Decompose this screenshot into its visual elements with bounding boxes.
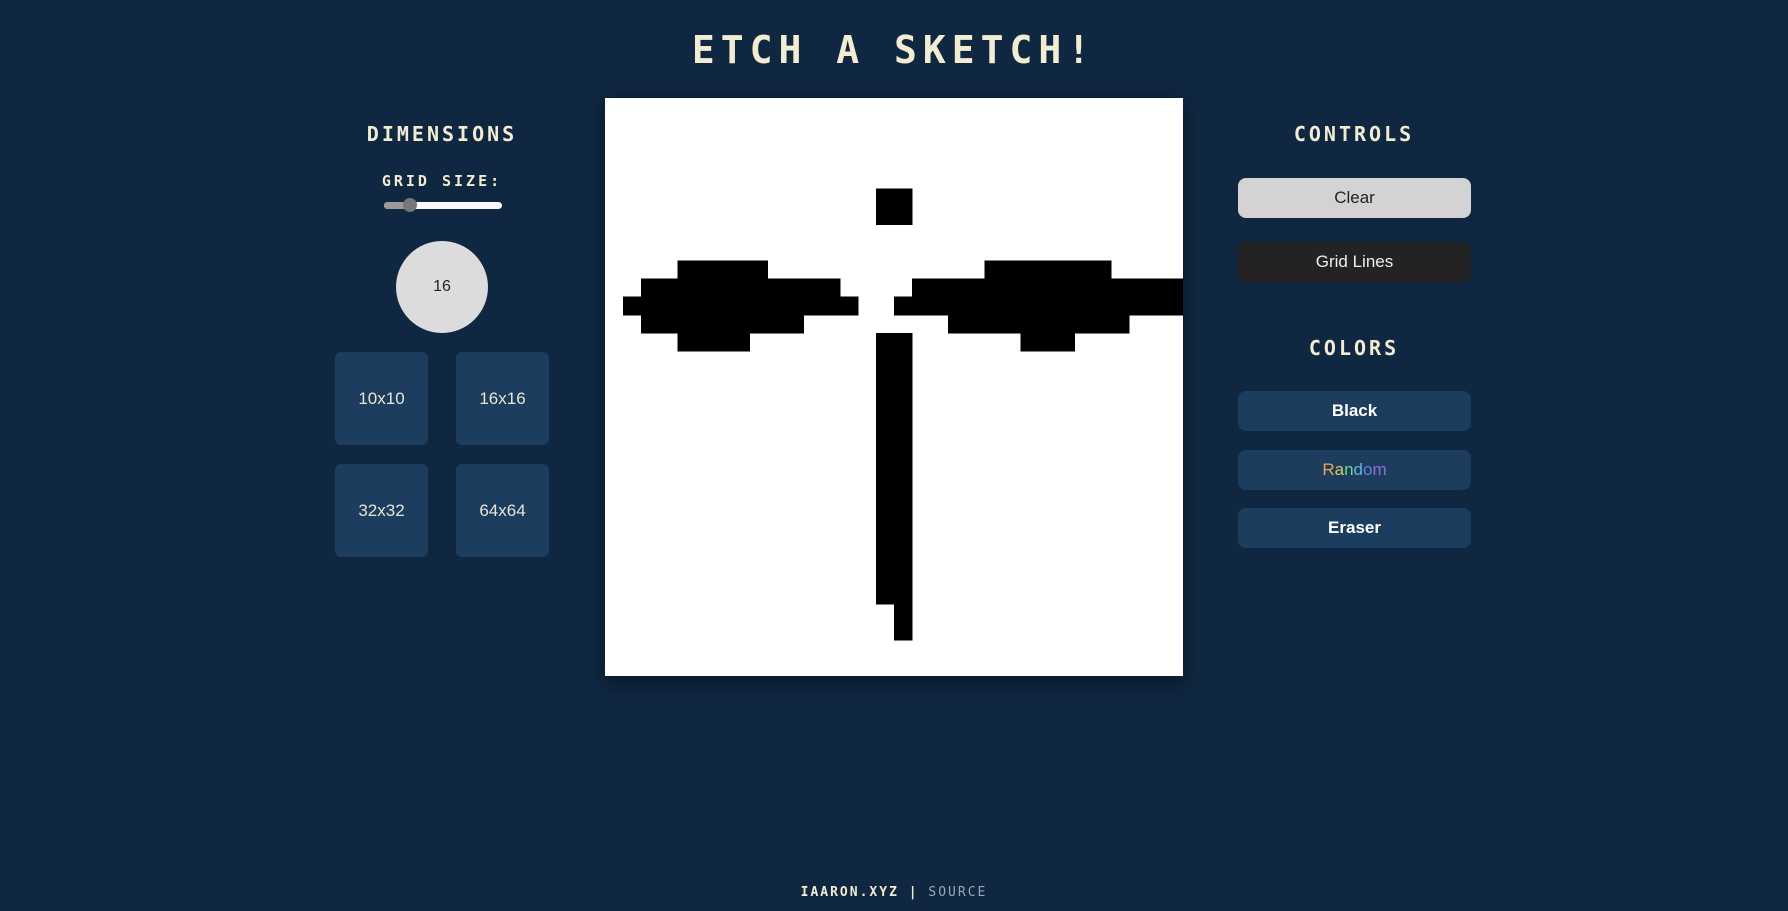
drawn-pixel xyxy=(641,314,805,334)
page-title: ETCH A SKETCH! xyxy=(691,28,1097,72)
footer-separator: | xyxy=(908,885,919,900)
slider-thumb[interactable] xyxy=(403,198,417,212)
source-link[interactable]: SOURCE xyxy=(928,885,987,900)
drawn-pixel xyxy=(875,531,913,551)
drawn-pixel xyxy=(875,188,913,207)
random-color-label: Random xyxy=(1322,460,1386,480)
eraser-button[interactable]: Eraser xyxy=(1238,508,1471,548)
black-color-button[interactable]: Black xyxy=(1238,391,1471,431)
colors-heading: COLORS xyxy=(1308,336,1400,360)
drawn-pixel xyxy=(912,278,1183,298)
drawn-pixel xyxy=(677,260,769,280)
drawn-pixel xyxy=(677,332,750,352)
preset-32x32-button[interactable]: 32x32 xyxy=(335,464,428,557)
random-color-button[interactable]: Random xyxy=(1238,450,1471,490)
drawn-pixel xyxy=(875,549,913,569)
drawn-pixel xyxy=(875,477,913,496)
drawn-pixel xyxy=(875,513,913,532)
random-label-letter: n xyxy=(1344,460,1354,479)
footer: IAARON.XYZ | SOURCE xyxy=(0,885,1788,900)
drawn-pixel xyxy=(875,441,913,460)
drawn-pixel xyxy=(1020,332,1076,352)
preset-10x10-button[interactable]: 10x10 xyxy=(335,352,428,445)
preset-64x64-button[interactable]: 64x64 xyxy=(456,464,549,557)
drawn-pixel xyxy=(875,567,913,587)
drawn-pixel xyxy=(875,368,913,388)
random-label-letter: R xyxy=(1322,460,1335,479)
grid-lines-button[interactable]: Grid Lines xyxy=(1238,242,1471,282)
grid-size-label: GRID SIZE: xyxy=(381,172,503,190)
drawn-pixel xyxy=(875,350,913,370)
drawn-pixel xyxy=(875,495,913,514)
drawn-pixel xyxy=(984,260,1112,280)
drawn-pixel xyxy=(875,459,913,478)
controls-heading: CONTROLS xyxy=(1293,122,1415,146)
sketch-canvas[interactable] xyxy=(605,98,1183,676)
random-label-letter: a xyxy=(1334,460,1345,479)
dimensions-heading: DIMENSIONS xyxy=(366,122,518,146)
drawn-pixel xyxy=(875,585,913,605)
drawn-pixel xyxy=(875,387,913,406)
drawn-pixel xyxy=(875,206,913,225)
grid-size-display: 16 xyxy=(396,241,488,333)
random-label-letter: m xyxy=(1372,460,1387,479)
drawn-pixel xyxy=(894,296,1183,316)
drawn-pixel xyxy=(894,603,913,623)
drawn-pixel xyxy=(875,405,913,424)
drawn-pixel xyxy=(875,332,913,352)
drawn-pixel xyxy=(894,621,913,641)
site-link[interactable]: IAARON.XYZ xyxy=(801,885,899,900)
random-label-letter: d xyxy=(1353,460,1364,479)
drawn-pixel xyxy=(623,296,859,316)
grid-size-slider[interactable] xyxy=(384,198,502,212)
drawn-pixel xyxy=(641,278,841,298)
drawn-pixel xyxy=(948,314,1130,334)
clear-button[interactable]: Clear xyxy=(1238,178,1471,218)
drawn-pixel xyxy=(875,423,913,442)
preset-16x16-button[interactable]: 16x16 xyxy=(456,352,549,445)
